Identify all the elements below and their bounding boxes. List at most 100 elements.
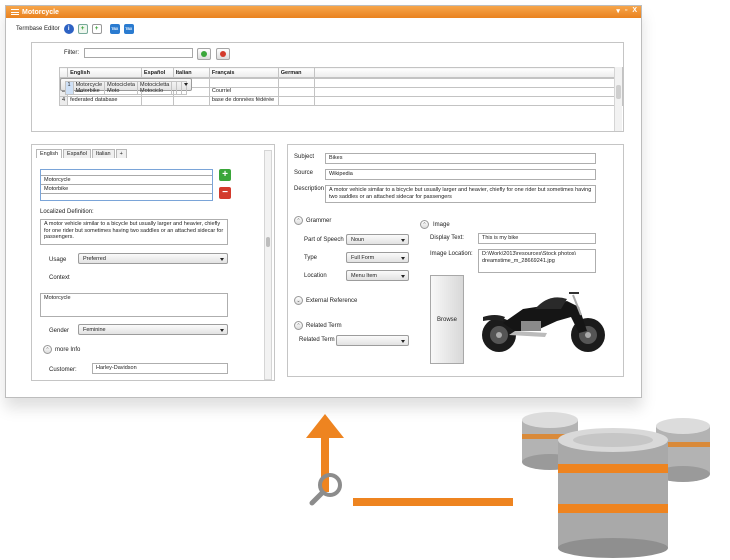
cell-francais[interactable]: base de données fédérée xyxy=(208,96,279,106)
cell-francais[interactable]: Courriel xyxy=(208,87,279,97)
grammar-label: Grammer xyxy=(306,218,332,224)
termbase-window: Motorcycle ▾ ▫ X Termbase Editor i + + T… xyxy=(5,5,642,398)
close-button[interactable]: X xyxy=(632,7,637,15)
collapse-image-icon[interactable]: ⌃ xyxy=(420,220,429,229)
tbx-import-icon[interactable]: TBX xyxy=(109,24,120,34)
cell-empty xyxy=(314,87,623,97)
image-location-field[interactable]: D:\Work\2013\resources\Stock photos\ dre… xyxy=(478,249,596,273)
apply-filter-button[interactable] xyxy=(197,48,211,60)
filter-input[interactable] xyxy=(84,48,193,58)
column-header[interactable]: English xyxy=(67,67,142,78)
cell-german[interactable] xyxy=(277,87,316,97)
part-of-speech-select[interactable]: Noun xyxy=(346,234,409,245)
cell-empty xyxy=(314,78,623,88)
part-of-speech-label: Part of Speech xyxy=(304,237,344,243)
cell-espanol[interactable] xyxy=(140,96,174,106)
browse-label: Browse xyxy=(436,316,457,323)
column-header[interactable]: German xyxy=(277,67,316,78)
gender-label: Gender xyxy=(49,328,70,334)
entry-scrollbar[interactable] xyxy=(264,150,272,380)
scroll-thumb[interactable] xyxy=(266,237,270,247)
term-grid: English Español Italian Français German … xyxy=(58,67,623,106)
cell-english[interactable]: federated database xyxy=(67,96,142,106)
term-item[interactable]: Motorbike xyxy=(41,185,212,194)
collapse-grammar-icon[interactable]: ⌃ xyxy=(294,216,303,225)
column-header[interactable]: Español xyxy=(140,67,174,78)
expand-more-info-icon[interactable]: ⌃ xyxy=(43,345,52,354)
term-list: Motorcycle Motorbike xyxy=(40,169,213,201)
language-tabs: English Español Italian + xyxy=(36,149,128,158)
toolbar: Termbase Editor i + + TBX TBX xyxy=(6,18,641,40)
term-item[interactable]: Motorcycle xyxy=(41,176,212,185)
restore-button[interactable]: ▫ xyxy=(625,7,627,15)
motorcycle-image xyxy=(482,292,605,352)
localized-definition-field[interactable]: A motor vehicle similar to a bicycle but… xyxy=(40,219,228,245)
cell-english[interactable]: Motorcycle Motorbike xyxy=(72,81,106,95)
image-label: Image xyxy=(433,222,450,228)
tbx-export-label: TBX xyxy=(125,27,133,31)
pin-button[interactable]: ▾ xyxy=(616,7,620,15)
related-term-select[interactable] xyxy=(336,335,409,346)
cell-italian[interactable]: Motocicletta Motociclo xyxy=(136,81,173,95)
usage-select[interactable]: Preferred xyxy=(78,253,228,264)
display-text-field[interactable]: This is my bike xyxy=(478,233,596,244)
location-select[interactable]: Menu Item xyxy=(346,270,409,281)
new-document-icon[interactable]: + xyxy=(91,24,102,34)
type-select[interactable]: Full Form xyxy=(346,252,409,263)
scroll-thumb[interactable] xyxy=(616,85,621,99)
cell-italian[interactable] xyxy=(172,96,210,106)
table-row[interactable]: 4 federated database base de données féd… xyxy=(58,96,623,106)
column-header[interactable]: Français xyxy=(208,67,279,78)
subject-field[interactable]: Bikes xyxy=(325,153,596,164)
cell-espanol[interactable]: Motocicleta Moto xyxy=(104,81,138,95)
display-text-label: Display Text: xyxy=(430,235,464,241)
add-entry-icon[interactable]: + xyxy=(77,24,88,34)
title-bar[interactable]: Motorcycle ▾ ▫ X xyxy=(6,6,641,18)
cell-german[interactable] xyxy=(277,96,316,106)
subject-label: Subject xyxy=(294,154,315,160)
customer-field[interactable]: Harley-Davidson xyxy=(92,363,228,374)
context-field[interactable]: Motorcycle xyxy=(40,293,228,317)
column-header[interactable]: Italian xyxy=(172,67,210,78)
tab-espanol[interactable]: Español xyxy=(63,149,91,158)
cell-empty xyxy=(314,96,623,106)
grid-header-row: English Español Italian Français German xyxy=(58,67,623,78)
tbx-export-icon[interactable]: TBX xyxy=(123,24,134,34)
expand-external-reference-icon[interactable]: ⌄ xyxy=(294,296,303,305)
grid-corner xyxy=(58,67,69,78)
location-label: Location xyxy=(304,273,327,279)
cell-francais[interactable] xyxy=(208,78,279,88)
description-field[interactable]: A motor vehicle similar to a bicycle but… xyxy=(325,185,596,203)
customer-label: Customer: xyxy=(49,367,77,373)
source-label: Source xyxy=(294,170,314,176)
filter-label: Filter: xyxy=(64,50,79,56)
tbx-import-label: TBX xyxy=(111,27,119,31)
remove-term-button[interactable]: − xyxy=(219,187,231,199)
import-illustration xyxy=(306,412,710,558)
info-icon[interactable]: i xyxy=(63,24,74,34)
menu-icon[interactable] xyxy=(11,9,19,15)
collapse-related-term-icon[interactable]: ⌃ xyxy=(294,321,303,330)
apply-filter-icon xyxy=(201,51,207,57)
type-label: Type xyxy=(304,255,318,261)
clear-filter-icon xyxy=(220,51,226,57)
row-number: 4 xyxy=(58,96,69,106)
source-field[interactable]: Wikipedia xyxy=(325,169,596,180)
browse-button[interactable]: Browse xyxy=(430,275,464,364)
table-row[interactable]: 1 Motorcycle Motorbike Motocicleta Moto … xyxy=(59,78,193,95)
image-location-label: Image Location: xyxy=(430,251,473,257)
cell-german[interactable] xyxy=(277,78,316,88)
description-label: Description xyxy=(294,186,325,192)
add-language-tab[interactable]: + xyxy=(115,149,127,158)
database-icon xyxy=(558,428,668,558)
usage-label: Usage xyxy=(49,257,67,263)
gender-select[interactable]: Feminine xyxy=(78,324,228,335)
add-term-button[interactable]: + xyxy=(219,169,231,181)
term-grid-scrollbar[interactable] xyxy=(614,67,622,131)
connector-line xyxy=(353,498,513,506)
clear-filter-button[interactable] xyxy=(216,48,230,60)
concept-panel: Subject Bikes Source Wikipedia Descripti… xyxy=(287,144,624,377)
tab-italian[interactable]: Italian xyxy=(91,149,115,158)
term-entry-panel: English Español Italian + Motorcycle Mot… xyxy=(31,144,275,381)
tab-english[interactable]: English xyxy=(36,149,63,158)
